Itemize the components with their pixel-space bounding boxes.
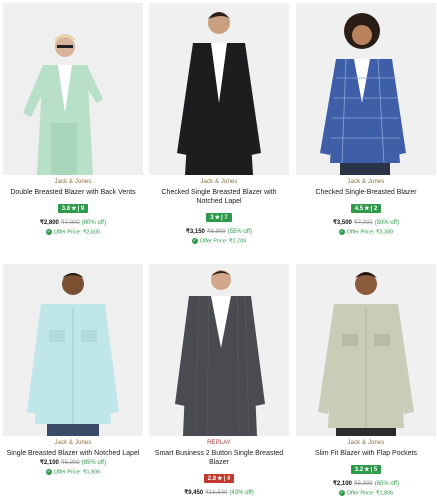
product-card[interactable]: Jack & Jones Slim Fit Blazer with Flap P… [296,264,436,496]
offer-price: ✓ Offer Price: ₹1,806 [45,469,101,476]
product-name[interactable]: Smart Business 2 Button Single Breasted … [149,449,289,467]
product-name[interactable]: Checked Single Breasted Blazer with Notc… [149,188,289,206]
brand-label: Jack & Jones [54,440,92,446]
price-row: ₹2,100 ₹5,999 (65% off) [3,459,143,466]
rating-badge: 3.2★| 5 [350,465,382,474]
discount: (43% off) [229,490,254,496]
star-icon: ★ [217,476,223,482]
product-image[interactable] [149,3,289,175]
price: ₹9,450 [184,490,204,496]
product-name[interactable]: Single Breasted Blazer with Notched Lape… [3,449,143,458]
rating-badge: 3.8★| 9 [57,204,89,213]
discount: (55% off) [227,229,252,235]
rating-badge: 2.8★| 4 [203,474,235,483]
check-icon: ✓ [45,469,52,475]
product-image[interactable] [3,264,143,436]
mrp: ₹5,999 [60,460,80,466]
product-card[interactable]: Jack & Jones Checked Single Breasted Bla… [149,3,289,244]
price: ₹3,500 [333,220,352,226]
star-icon: ★ [214,215,221,221]
price-row: ₹2,100 ₹5,999 (65% off) [296,480,436,487]
price-row: ₹9,450 ₹16,500 (43% off) [149,489,289,496]
price-row: ₹3,500 ₹7,000 (50% off) [296,219,436,226]
mrp: ₹6,999 [206,229,226,235]
price: ₹2,800 [40,220,59,226]
product-card[interactable]: Jack & Jones Checked Single-Breasted Bla… [296,3,436,235]
check-icon: ✓ [45,229,52,235]
product-card[interactable]: REPLAY Smart Business 2 Button Single Br… [149,264,289,496]
star-icon: ★ [364,206,370,212]
discount: (50% off) [374,220,399,226]
star-icon: ★ [71,206,77,212]
product-card[interactable]: Jack & Jones Double Breasted Blazer with… [3,3,143,235]
price: ₹3,150 [186,229,205,235]
product-image[interactable] [3,3,143,175]
price-row: ₹2,800 ₹7,000 (60% off) [3,219,143,226]
price-row: ₹3,150 ₹6,999 (55% off) [149,228,289,235]
offer-price: ✓ Offer Price: ₹2,709 [191,238,247,245]
check-icon: ✓ [338,490,345,496]
price: ₹2,100 [333,481,352,487]
product-card[interactable]: Jack & Jones Single Breasted Blazer with… [3,264,143,475]
product-name[interactable]: Checked Single-Breasted Blazer [296,188,436,197]
rating-badge: 4.5★| 2 [350,204,382,213]
mrp: ₹5,999 [353,481,373,487]
product-name[interactable]: Double Breasted Blazer with Back Vents [3,188,143,197]
star-icon: ★ [364,467,370,473]
brand-label: Jack & Jones [54,179,92,185]
offer-price: ✓ Offer Price: ₹3,300 [338,229,394,236]
offer-price: ✓ Offer Price: ₹1,806 [338,490,394,497]
check-icon: ✓ [338,229,345,235]
discount: (60% off) [81,220,106,226]
brand-label: Jack & Jones [200,179,238,185]
mrp: ₹7,000 [60,220,80,226]
brand-label: Jack & Jones [347,179,385,185]
mrp: ₹16,500 [205,490,228,496]
brand-label: REPLAY [207,440,231,446]
product-name[interactable]: Slim Fit Blazer with Flap Pockets [296,449,436,458]
rating-badge: 3★| 7 [206,213,232,222]
product-image[interactable] [296,264,436,436]
mrp: ₹7,000 [353,220,373,226]
brand-label: Jack & Jones [347,440,385,446]
product-grid: Jack & Jones Double Breasted Blazer with… [0,0,437,500]
product-image[interactable] [149,264,289,436]
discount: (65% off) [81,460,106,466]
discount: (65% off) [374,481,399,487]
product-image[interactable] [296,3,436,175]
price: ₹2,100 [40,460,59,466]
offer-price: ✓ Offer Price: ₹2,600 [45,229,101,236]
check-icon: ✓ [191,238,198,244]
